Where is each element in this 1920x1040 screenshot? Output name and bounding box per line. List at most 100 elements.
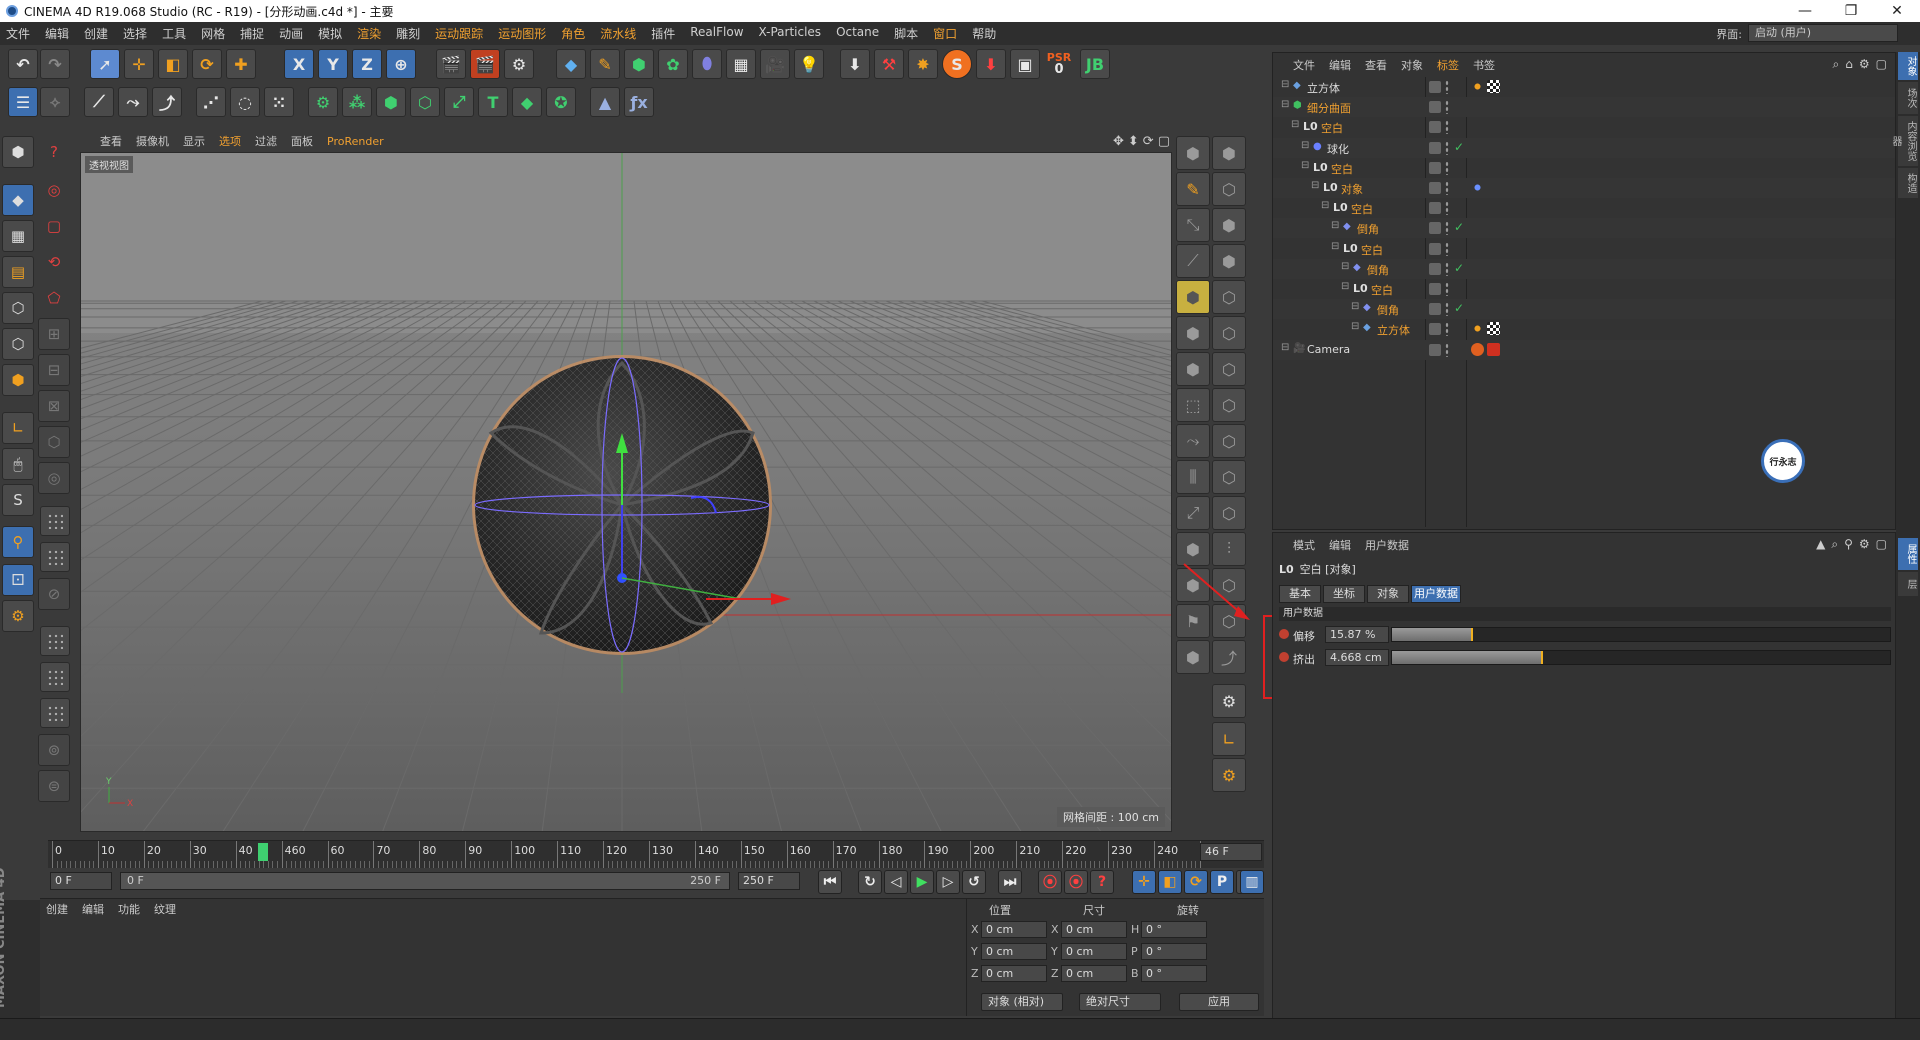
effector-fx-icon[interactable]: ƒx: [624, 87, 654, 117]
minimize-icon[interactable]: —: [1782, 0, 1828, 22]
render-settings-icon[interactable]: ⚙: [504, 49, 534, 79]
key-rotation-icon[interactable]: ⟳: [1184, 870, 1208, 894]
visibility-dots-icon[interactable]: [1445, 181, 1449, 195]
object-name[interactable]: 空白: [1361, 242, 1383, 258]
tool-1-icon[interactable]: ⊞: [38, 318, 70, 350]
grid-spline-icon[interactable]: ⁙: [264, 87, 294, 117]
layer-icon[interactable]: [1429, 283, 1441, 295]
menu-item[interactable]: 模拟: [318, 25, 342, 42]
search-icon[interactable]: ⌕: [1833, 57, 1840, 72]
palette-a11-icon[interactable]: ⤢: [1176, 496, 1210, 530]
loop-icon[interactable]: ↻: [858, 870, 882, 894]
cloner-icon[interactable]: ✿: [658, 49, 688, 79]
light-icon[interactable]: 💡: [794, 49, 824, 79]
menu-item[interactable]: 脚本: [894, 25, 918, 42]
key-parameter-icon[interactable]: P: [1210, 870, 1234, 894]
tool-3-icon[interactable]: ⊠: [38, 390, 70, 422]
palette-b8-icon[interactable]: ⬡: [1212, 388, 1246, 422]
palette-a6-icon[interactable]: ⬢: [1176, 316, 1210, 350]
timeline-window-icon[interactable]: ▥: [1240, 870, 1264, 894]
attr-menu-item[interactable]: 模式: [1293, 537, 1315, 553]
palette-b9-icon[interactable]: ⬡: [1212, 424, 1246, 458]
mograph-7-icon[interactable]: ✪: [546, 87, 576, 117]
phong-tag-icon[interactable]: [1471, 80, 1484, 93]
pen-spline-icon[interactable]: ✎: [590, 49, 620, 79]
rect-select-icon[interactable]: ▢: [38, 210, 70, 242]
dots-4-icon[interactable]: [40, 662, 70, 692]
workplane-icon[interactable]: ▤: [2, 256, 34, 288]
next-frame-icon[interactable]: ▷: [936, 870, 960, 894]
dots-5-icon[interactable]: [40, 698, 70, 728]
menu-item[interactable]: 创建: [84, 25, 108, 42]
drop-plugin-icon[interactable]: ⬇: [976, 49, 1006, 79]
object-row[interactable]: ⊟ ⬢ 细分曲面: [1273, 97, 1895, 118]
object-row[interactable]: ⊟ L0 空白: [1273, 158, 1895, 178]
subdivision-surface-icon[interactable]: ⬢: [624, 49, 654, 79]
redo-icon[interactable]: ↷: [40, 49, 70, 79]
object-row[interactable]: ⊟ 🎥 Camera: [1273, 339, 1895, 360]
object-row[interactable]: ⊟ L0 空白: [1273, 279, 1895, 299]
layer-icon[interactable]: [1429, 141, 1441, 154]
locked-workplane-icon[interactable]: ⚙: [2, 600, 34, 632]
z-axis-button[interactable]: Z: [352, 49, 382, 79]
prev-frame-icon[interactable]: ◁: [884, 870, 908, 894]
maximize-view-icon[interactable]: ▢: [1158, 134, 1170, 149]
attr-search-icon[interactable]: ⌕: [1831, 537, 1838, 552]
object-name[interactable]: 空白: [1321, 120, 1343, 136]
menu-item[interactable]: 插件: [651, 25, 675, 42]
timeline-ruler[interactable]: 0 10 20 30 40 460 60 70 80 90 100 110 120 130 140 150 16…: [48, 840, 1264, 869]
coord-value-field[interactable]: 0 cm: [1061, 965, 1127, 982]
object-name[interactable]: 球化: [1327, 141, 1349, 157]
move-tool-icon[interactable]: ✛: [124, 49, 154, 79]
mograph-text-button[interactable]: T: [478, 87, 508, 117]
keyframe-help-icon[interactable]: ?: [1090, 870, 1114, 894]
right-tab[interactable]: 属性: [1898, 538, 1918, 570]
enabled-check-icon[interactable]: ✓: [1454, 220, 1464, 234]
object-row[interactable]: ⊟ ◆ 立方体: [1273, 319, 1895, 339]
material-menu-item[interactable]: 纹理: [154, 901, 176, 917]
palette-b1-icon[interactable]: ⬢: [1212, 136, 1246, 170]
attr-tab[interactable]: 坐标: [1323, 585, 1365, 603]
tree-branch-icon[interactable]: ⊟: [1341, 281, 1349, 292]
menu-item[interactable]: X-Particles: [759, 25, 822, 42]
goto-start-icon[interactable]: ⏮: [818, 870, 842, 894]
playhead[interactable]: [258, 843, 268, 861]
visibility-dots-icon[interactable]: [1445, 140, 1449, 155]
palette-a10-icon[interactable]: ⫼: [1176, 460, 1210, 494]
menu-item[interactable]: 帮助: [972, 25, 996, 42]
goto-end-icon[interactable]: ⏭: [998, 870, 1022, 894]
tweak-mode-icon[interactable]: 🖱: [2, 448, 34, 480]
visibility-dots-icon[interactable]: [1445, 120, 1449, 135]
texture-mode-icon[interactable]: ⟡: [40, 87, 70, 117]
expand-icon[interactable]: ▢: [1876, 57, 1887, 72]
tool-6-icon[interactable]: ⊘: [38, 578, 70, 610]
visibility-dots-icon[interactable]: [1445, 342, 1449, 357]
tree-branch-icon[interactable]: ⊟: [1281, 79, 1289, 90]
param-slider-handle[interactable]: [1541, 651, 1543, 664]
undo-icon[interactable]: ↶: [8, 49, 38, 79]
layer-icon[interactable]: [1429, 182, 1441, 194]
palette-a2-icon[interactable]: ✎: [1176, 172, 1210, 206]
spline-tool-icon[interactable]: ⤳: [118, 87, 148, 117]
attr-expand-icon[interactable]: ▢: [1876, 537, 1887, 552]
menu-item[interactable]: 动画: [279, 25, 303, 42]
settings-icon[interactable]: ⚙: [1859, 57, 1870, 72]
key-position-icon[interactable]: ✛: [1132, 870, 1156, 894]
tree-branch-icon[interactable]: ⊟: [1301, 140, 1309, 151]
menu-item[interactable]: RealFlow: [690, 25, 743, 42]
visibility-dots-icon[interactable]: [1445, 302, 1449, 317]
key-scale-icon[interactable]: ◧: [1158, 870, 1182, 894]
mograph-5-icon[interactable]: ⤢: [444, 87, 474, 117]
object-row[interactable]: ⊟ L0 空白: [1273, 117, 1895, 137]
phong-tag-icon[interactable]: [1471, 322, 1484, 336]
coord-value-field[interactable]: 0 cm: [981, 921, 1047, 938]
material-menu-item[interactable]: 编辑: [82, 901, 104, 917]
visibility-dots-icon[interactable]: [1445, 100, 1449, 115]
texture-side-icon[interactable]: ▦: [2, 220, 34, 252]
menu-item[interactable]: 网格: [201, 25, 225, 42]
tool-5-icon[interactable]: ◎: [38, 462, 70, 494]
object-row[interactable]: ⊟ ◆ 立方体: [1273, 77, 1895, 97]
help-icon[interactable]: ?: [38, 136, 70, 168]
edge-mode-icon[interactable]: ⬡: [2, 328, 34, 360]
object-row[interactable]: ⊟ ◆ 倒角 ✓: [1273, 258, 1895, 279]
